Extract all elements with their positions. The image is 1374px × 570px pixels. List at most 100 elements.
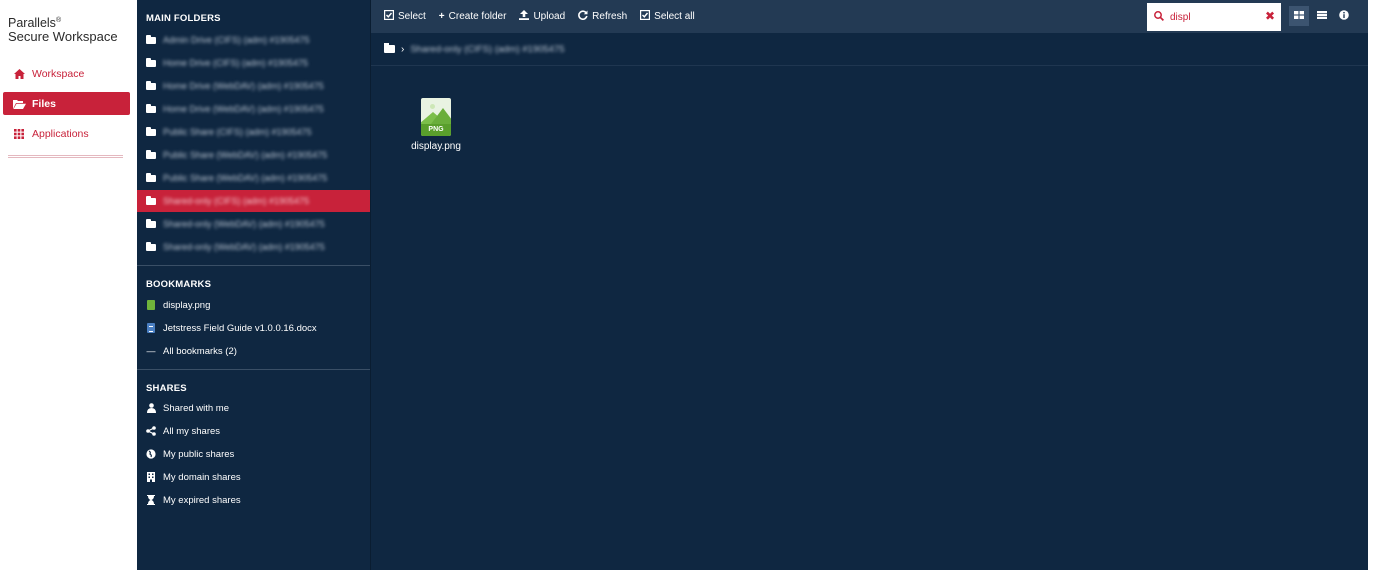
folder-open-icon	[12, 99, 26, 109]
brand-name: Parallels	[8, 16, 56, 31]
brand-logo: Parallels® Secure Workspace	[8, 14, 118, 44]
bookmark-label: display.png	[163, 299, 211, 311]
file-tile[interactable]: PNG display.png	[401, 98, 471, 152]
clear-search-icon[interactable]: ✖	[1265, 9, 1275, 23]
select-label: Select	[398, 11, 426, 22]
nav-item-label: Workspace	[32, 67, 85, 80]
user-icon	[146, 403, 156, 413]
select-button[interactable]: Select	[384, 10, 426, 23]
folder-name: Shared-only (WebDAV) (adm) #1905475	[163, 219, 325, 229]
create-folder-button[interactable]: + Create folder	[439, 11, 507, 22]
folder-item[interactable]: Home Drive (WebDAV) (adm) #1905475	[137, 98, 370, 120]
folder-icon	[146, 149, 156, 159]
folder-name: Home Drive (WebDAV) (adm) #1905475	[163, 104, 324, 114]
folder-icon	[146, 80, 156, 90]
folder-item[interactable]: Home Drive (WebDAV) (adm) #1905475	[137, 75, 370, 97]
nav-item-label: Applications	[32, 127, 89, 140]
file-type-badge: PNG	[421, 124, 451, 136]
shares-item-domain[interactable]: My domain shares	[137, 466, 370, 488]
globe-icon	[146, 449, 156, 459]
shares-item-shared-with-me[interactable]: Shared with me	[137, 397, 370, 419]
folder-name: Public Share (CIFS) (adm) #1905475	[163, 127, 312, 137]
folder-name: Shared-only (WebDAV) (adm) #1905475	[163, 242, 325, 252]
breadcrumb: › Shared-only (CIFS) (adm) #1905475	[371, 33, 1368, 66]
folder-item[interactable]: Admin Drive (CIFS) (adm) #1905475	[137, 29, 370, 51]
info-button[interactable]	[1334, 6, 1354, 26]
grid-view-button[interactable]	[1289, 6, 1309, 26]
bookmark-item[interactable]: display.png	[137, 294, 370, 316]
select-all-label: Select all	[654, 11, 695, 22]
nav-item-workspace[interactable]: Workspace	[3, 62, 130, 85]
all-bookmarks-link[interactable]: — All bookmarks (2)	[137, 340, 370, 362]
refresh-icon	[578, 10, 588, 23]
grid-view-icon	[1294, 10, 1304, 22]
shares-label: My public shares	[163, 448, 235, 460]
shares-label: All my shares	[163, 425, 221, 437]
folder-icon	[146, 34, 156, 44]
plus-icon: +	[438, 11, 445, 22]
shares-item-expired[interactable]: My expired shares	[137, 489, 370, 511]
shares-label: My domain shares	[163, 471, 241, 483]
search-input[interactable]	[1170, 11, 1258, 23]
refresh-label: Refresh	[592, 11, 628, 22]
folder-item[interactable]: Shared-only (WebDAV) (adm) #1905475	[137, 236, 370, 258]
shares-item-all-my-shares[interactable]: All my shares	[137, 420, 370, 442]
sidebar-divider	[137, 369, 370, 370]
folder-icon	[146, 57, 156, 67]
bookmark-label: All bookmarks (2)	[163, 345, 237, 357]
info-icon	[1339, 9, 1349, 23]
bookmark-item[interactable]: Jetstress Field Guide v1.0.0.16.docx	[137, 317, 370, 339]
upload-button[interactable]: Upload	[519, 10, 565, 23]
dash-icon: —	[146, 346, 156, 356]
folder-name: Home Drive (CIFS) (adm) #1905475	[163, 58, 309, 68]
app-nav: Parallels® Secure Workspace Workspace Fi…	[0, 0, 137, 570]
share-icon	[146, 426, 156, 436]
folder-open-icon[interactable]	[384, 43, 395, 53]
apps-grid-icon	[12, 128, 26, 139]
building-icon	[146, 472, 156, 482]
search-icon	[1154, 10, 1165, 24]
document-file-icon	[146, 323, 156, 333]
hourglass-icon	[146, 495, 156, 505]
list-view-button[interactable]	[1312, 6, 1332, 26]
folder-icon	[146, 126, 156, 136]
folder-item[interactable]: Shared-only (WebDAV) (adm) #1905475	[137, 213, 370, 235]
folder-item-active[interactable]: Shared-only (CIFS) (adm) #1905475	[137, 190, 370, 212]
toolbar: Select + Create folder Upload Refresh Se…	[371, 0, 1368, 33]
list-view-icon	[1317, 10, 1327, 22]
png-file-icon: PNG	[421, 98, 451, 136]
bookmark-label: Jetstress Field Guide v1.0.0.16.docx	[163, 322, 317, 334]
upload-label: Upload	[533, 11, 566, 22]
create-folder-label: Create folder	[448, 11, 507, 22]
folder-icon	[146, 103, 156, 113]
folder-name: Public Share (WebDAV) (adm) #1905475	[163, 150, 328, 160]
file-name: display.png	[411, 141, 461, 152]
breadcrumb-current[interactable]: Shared-only (CIFS) (adm) #1905475	[410, 44, 564, 55]
refresh-button[interactable]: Refresh	[578, 10, 627, 23]
folder-item[interactable]: Public Share (WebDAV) (adm) #1905475	[137, 144, 370, 166]
folder-item[interactable]: Home Drive (CIFS) (adm) #1905475	[137, 52, 370, 74]
search-box: ✖	[1147, 3, 1281, 31]
checkbox-icon	[640, 10, 651, 23]
shares-label: Shared with me	[163, 402, 230, 414]
nav-divider	[8, 155, 123, 158]
checkbox-icon	[384, 10, 395, 23]
folder-icon	[146, 241, 156, 251]
bookmarks-title: BOOKMARKS	[146, 279, 212, 290]
home-icon	[12, 68, 26, 79]
folder-sidebar: MAIN FOLDERS Admin Drive (CIFS) (adm) #1…	[137, 0, 371, 570]
nav-item-files[interactable]: Files	[3, 92, 130, 115]
nav-item-applications[interactable]: Applications	[3, 122, 130, 145]
shares-item-public[interactable]: My public shares	[137, 443, 370, 465]
upload-icon	[519, 10, 530, 23]
chevron-right-icon: ›	[401, 43, 405, 55]
folder-item[interactable]: Public Share (WebDAV) (adm) #1905475	[137, 167, 370, 189]
folder-name: Admin Drive (CIFS) (adm) #1905475	[163, 35, 310, 45]
select-all-button[interactable]: Select all	[640, 10, 695, 23]
brand-reg-mark: ®	[55, 17, 62, 24]
main-panel: Select + Create folder Upload Refresh Se…	[371, 0, 1368, 570]
folder-item[interactable]: Public Share (CIFS) (adm) #1905475	[137, 121, 370, 143]
window-edge	[1368, 0, 1374, 570]
nav-item-label: Files	[32, 97, 56, 110]
brand-product: Secure Workspace	[8, 29, 118, 45]
